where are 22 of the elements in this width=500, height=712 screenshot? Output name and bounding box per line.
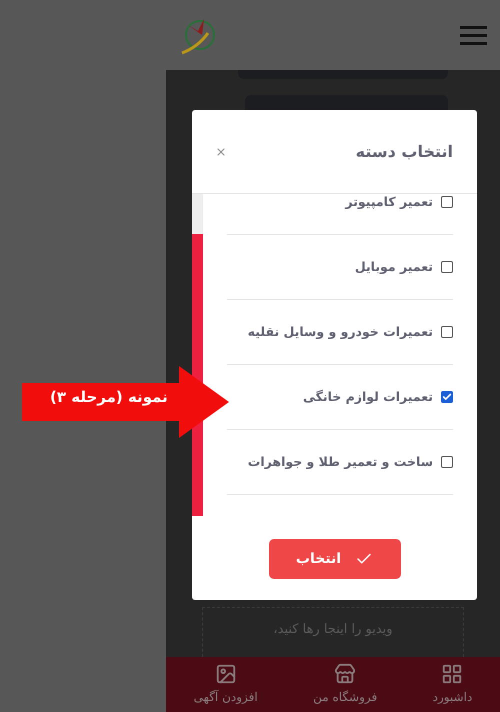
category-option[interactable]: تعمیرات خودرو و وسایل نقلیه	[227, 300, 453, 365]
close-icon	[215, 146, 227, 158]
category-option[interactable]: تعمیرات لوازم خانگی	[227, 365, 453, 430]
dashboard-icon	[441, 663, 464, 685]
checkbox[interactable]	[441, 326, 453, 338]
category-option[interactable]: تعمیر موبایل	[227, 235, 453, 300]
checkbox[interactable]	[441, 196, 453, 208]
check-icon	[442, 392, 452, 402]
nav-item[interactable]: فروشگاه من	[313, 663, 378, 706]
checkbox[interactable]	[441, 391, 453, 403]
nav-item[interactable]: افزودن آگهی	[194, 663, 258, 706]
menu-icon[interactable]	[460, 26, 487, 44]
callout-label: نمونه (مرحله ۳)	[50, 390, 168, 405]
checkbox[interactable]	[441, 261, 453, 273]
checkbox[interactable]	[441, 456, 453, 468]
select-button[interactable]: انتخاب	[268, 539, 400, 579]
modal-title: انتخاب دسته	[356, 140, 453, 162]
nav-item[interactable]: داشبورد	[432, 663, 472, 706]
category-option[interactable]: تعمیر کامپیوتر	[227, 194, 453, 235]
image-icon	[214, 663, 237, 685]
category-option[interactable]: ساخت و تعمیر طلا و جواهرات	[227, 430, 453, 495]
store-icon	[334, 663, 356, 685]
